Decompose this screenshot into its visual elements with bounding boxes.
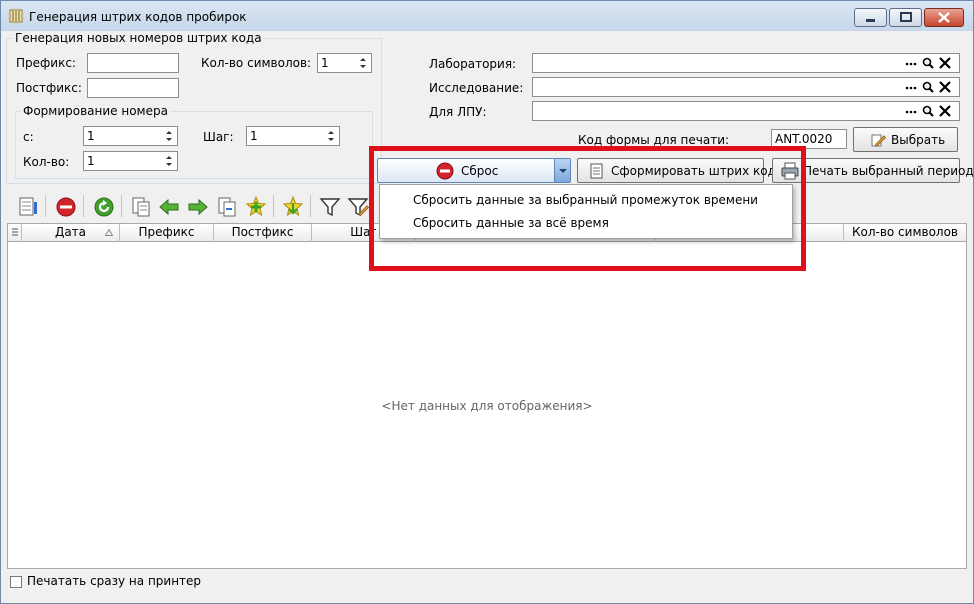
from-value: 1 [87,129,95,143]
laboratory-lookup[interactable] [532,53,960,73]
step-value: 1 [250,129,258,143]
minimize-icon [866,19,875,22]
search-icon [922,57,934,69]
main-window: Генерация штрих кодов пробирок Генерация… [0,0,974,604]
ellipsis-icon [905,62,917,66]
column-postfix[interactable]: Постфикс [214,224,312,242]
generation-group-title: Генерация новых номеров штрих кода [13,31,264,45]
refresh-icon[interactable] [93,196,115,218]
column-postfix-label: Постфикс [231,225,294,239]
count-label: Кол-во: [23,155,70,169]
ellipsis-icon [905,86,917,90]
column-symbols[interactable]: Кол-во символов [844,224,966,242]
step-label: Шаг: [203,130,234,144]
barcode-app-icon [9,9,23,23]
laboratory-label: Лаборатория: [429,57,517,71]
pencil-icon [871,134,886,147]
maximize-button[interactable] [889,8,922,27]
search-icon [922,105,934,117]
print-immediately-label: Печатать сразу на принтер [27,574,202,588]
column-date-label: Дата [54,225,87,239]
spin-arrows-icon [166,131,172,141]
column-symbols-label: Кол-во символов [851,225,959,239]
maximize-icon [900,12,912,22]
row-indicator-header[interactable] [8,224,22,242]
spin-arrows-icon [166,156,172,166]
lpu-label: Для ЛПУ: [429,105,487,119]
copy-row-icon[interactable] [130,196,152,218]
research-lookup[interactable] [532,77,960,97]
prefix-input[interactable] [87,53,179,73]
title-bar: Генерация штрих кодов пробирок [1,1,973,31]
barcode-grid[interactable]: Дата Префикс Постфикс Шаг Кол-во символо… [7,223,967,569]
numbering-group-title: Формирование номера [21,104,170,118]
postfix-input[interactable] [87,78,179,98]
filter-edit-icon[interactable] [347,196,369,218]
highlight-frame [369,146,806,271]
symbols-count-spinner[interactable]: 1 [317,53,372,73]
close-window-button[interactable] [924,8,964,27]
select-button-label: Выбрать [891,133,946,147]
arrow-left-icon[interactable] [158,196,180,218]
lookup-buttons [905,57,951,69]
column-prefix-label: Префикс [138,225,195,239]
toolbar-separator [121,195,122,217]
clear-icon [939,57,951,69]
search-icon [922,81,934,93]
count-value: 1 [87,154,95,168]
filter-icon[interactable] [319,196,341,218]
prefix-label: Префикс: [16,56,76,70]
print-immediately-checkbox[interactable] [10,576,22,588]
print-form-label: Код формы для печати: [578,133,730,147]
column-prefix[interactable]: Префикс [120,224,214,242]
postfix-label: Постфикс: [16,81,82,95]
clear-icon [939,81,951,93]
arrow-right-icon[interactable] [187,196,209,218]
add-icon[interactable] [244,195,268,219]
select-button[interactable]: Выбрать [853,127,958,152]
minimize-button[interactable] [854,8,887,27]
lookup-buttons [905,105,951,117]
sort-ascending-icon [105,229,113,236]
column-menu-icon [12,228,18,236]
symbols-count-label: Кол-во символов: [201,56,312,70]
toolbar-separator [45,195,46,217]
lookup-buttons [905,81,951,93]
symbols-count-value: 1 [321,56,329,70]
research-label: Исследование: [429,81,524,95]
count-spinner[interactable]: 1 [83,151,178,171]
toolbar-separator [310,195,311,217]
print-period-label: Печать выбранный период [803,164,974,178]
from-spinner[interactable]: 1 [83,126,178,146]
column-chooser-icon[interactable] [17,196,39,218]
toolbar-separator [273,195,274,217]
favorite-down-icon[interactable] [281,195,305,219]
from-label: с: [23,130,34,144]
step-spinner[interactable]: 1 [246,126,340,146]
spin-arrows-icon [328,131,334,141]
column-date[interactable]: Дата [22,224,120,242]
clear-icon [939,105,951,117]
lpu-lookup[interactable] [532,101,960,121]
ellipsis-icon [905,110,917,114]
paste-row-icon[interactable] [216,196,238,218]
grid-empty-message: <Нет данных для отображения> [381,399,593,413]
close-icon [938,12,950,23]
window-title: Генерация штрих кодов пробирок [29,10,247,24]
spin-arrows-icon [360,58,366,68]
no-entry-icon[interactable] [55,196,77,218]
toolbar-separator [83,195,84,217]
